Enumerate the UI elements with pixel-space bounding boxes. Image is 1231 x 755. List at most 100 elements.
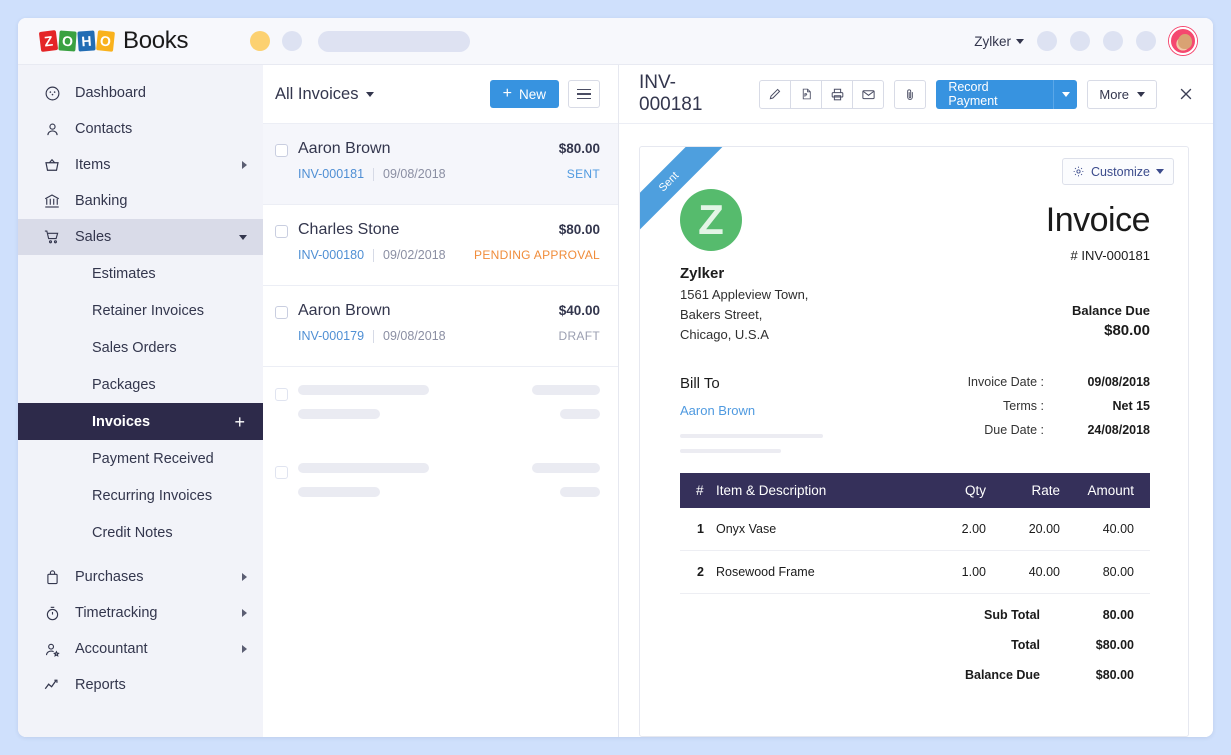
record-payment-button[interactable]: Record Payment — [936, 79, 1078, 109]
row-checkbox[interactable] — [275, 306, 288, 319]
pdf-file-icon[interactable] — [790, 79, 823, 109]
col-header-amount: Amount — [1060, 473, 1150, 508]
avatar[interactable] — [1169, 27, 1197, 55]
skeleton-bar — [680, 434, 823, 438]
sidebar-item-payment-received[interactable]: Payment Received — [18, 440, 263, 477]
total-row: Sub Total 80.00 — [894, 608, 1150, 622]
sidebar-item-reports[interactable]: Reports — [18, 667, 263, 703]
topbar-icon-1[interactable] — [1037, 31, 1057, 51]
company-logo: Z — [680, 189, 742, 251]
company-address-line: Chicago, U.S.A — [680, 327, 769, 342]
divider — [373, 248, 375, 262]
print-icon[interactable] — [821, 79, 854, 109]
topbar-icon-4[interactable] — [1136, 31, 1156, 51]
topbar-icon-2[interactable] — [1070, 31, 1090, 51]
row-checkbox[interactable] — [275, 225, 288, 238]
sidebar-item-credit-notes[interactable]: Credit Notes — [18, 514, 263, 551]
invoice-number[interactable]: INV-000180 — [298, 248, 364, 262]
topbar-dot-amber[interactable] — [250, 31, 271, 51]
app-window: Z O H O Books Zylker Dashboard Contacts … — [18, 18, 1213, 737]
sidebar-item-retainer-invoices[interactable]: Retainer Invoices — [18, 292, 263, 329]
table-row: 2 Rosewood Frame 1.00 40.00 80.00 — [680, 550, 1150, 594]
invoice-row-content: Aaron Brown $80.00 INV-000181 09/08/2018… — [298, 140, 600, 190]
sidebar-item-purchases[interactable]: Purchases — [18, 559, 263, 595]
invoice-list-item[interactable]: Aaron Brown $80.00 INV-000181 09/08/2018… — [263, 124, 618, 205]
invoice-filter-label: All Invoices — [275, 84, 359, 103]
col-header-number: # — [680, 473, 716, 508]
sidebar-item-items[interactable]: Items — [18, 147, 263, 183]
bill-to-block: Bill To Aaron Brown — [680, 375, 850, 453]
cell-description: Onyx Vase — [716, 508, 912, 551]
accountant-icon — [41, 641, 63, 658]
close-icon[interactable] — [1173, 81, 1199, 107]
skeleton-bar — [532, 463, 600, 473]
line-items-body: 1 Onyx Vase 2.00 20.00 40.00 2 Rosewood … — [680, 508, 1150, 594]
total-value: 80.00 — [1102, 608, 1134, 622]
meta-value: 09/08/2018 — [1087, 375, 1150, 389]
skeleton-bar — [532, 385, 600, 395]
total-key: Total — [1011, 638, 1040, 652]
sidebar-item-label: Timetracking — [75, 605, 158, 621]
more-button[interactable]: More — [1087, 79, 1157, 109]
invoice-amount: $40.00 — [558, 303, 600, 318]
sidebar-item-banking[interactable]: Banking — [18, 183, 263, 219]
chevron-down-icon — [239, 234, 247, 240]
bill-to-customer[interactable]: Aaron Brown — [680, 403, 850, 418]
sidebar-item-packages[interactable]: Packages — [18, 366, 263, 403]
sidebar-item-sales[interactable]: Sales — [18, 219, 263, 255]
attachment-icon[interactable] — [894, 79, 927, 109]
sidebar-item-sales-orders[interactable]: Sales Orders — [18, 329, 263, 366]
invoice-totals: Sub Total 80.00 Total $80.00 Balance Due… — [680, 608, 1150, 698]
sidebar-item-accountant[interactable]: Accountant — [18, 631, 263, 667]
placeholder-content — [298, 463, 600, 509]
row-checkbox[interactable] — [275, 144, 288, 157]
row-checkbox[interactable] — [275, 466, 288, 479]
sidebar-item-estimates[interactable]: Estimates — [18, 255, 263, 292]
customize-label: Customize — [1090, 164, 1150, 179]
invoice-number[interactable]: INV-000181 — [298, 167, 364, 181]
placeholder-line — [298, 463, 600, 473]
invoice-row-content: Aaron Brown $40.00 INV-000179 09/08/2018… — [298, 302, 600, 352]
chevron-down-icon — [366, 91, 375, 97]
invoice-filter-dropdown[interactable]: All Invoices — [275, 84, 375, 104]
edit-pencil-icon[interactable] — [759, 79, 792, 109]
hamburger-line — [577, 88, 591, 91]
invoice-list-item[interactable]: Charles Stone $80.00 INV-000180 09/02/20… — [263, 205, 618, 286]
row-checkbox[interactable] — [275, 388, 288, 401]
new-invoice-button[interactable]: + New — [489, 80, 559, 108]
dashboard-icon — [41, 85, 63, 102]
invoice-customer-name: Charles Stone — [298, 221, 400, 238]
topbar-icon-3[interactable] — [1103, 31, 1123, 51]
sidebar-item-contacts[interactable]: Contacts — [18, 111, 263, 147]
email-icon[interactable] — [852, 79, 885, 109]
list-view-menu-button[interactable] — [568, 80, 600, 108]
timer-icon — [41, 605, 63, 622]
sidebar-item-invoices[interactable]: Invoices + — [18, 403, 263, 440]
detail-icon-group — [759, 79, 885, 109]
sidebar-item-recurring-invoices[interactable]: Recurring Invoices — [18, 477, 263, 514]
add-invoice-icon[interactable]: + — [234, 413, 245, 431]
invoice-row-content: Charles Stone $80.00 INV-000180 09/02/20… — [298, 221, 600, 271]
sidebar-item-label: Items — [75, 157, 111, 173]
invoice-row-line2: INV-000179 09/08/2018 DRAFT — [298, 329, 600, 343]
org-switcher[interactable]: Zylker — [974, 34, 1024, 49]
sidebar-subitem-label: Packages — [92, 376, 156, 393]
invoice-list-item[interactable]: Aaron Brown $40.00 INV-000179 09/08/2018… — [263, 286, 618, 367]
meta-key: Invoice Date : — [967, 375, 1044, 389]
search-input[interactable] — [318, 30, 471, 52]
sidebar-item-dashboard[interactable]: Dashboard — [18, 75, 263, 111]
topbar-dot-grey[interactable] — [282, 31, 303, 51]
customize-button[interactable]: Customize — [1061, 158, 1174, 185]
record-payment-dropdown[interactable] — [1053, 79, 1078, 109]
sidebar-item-label: Accountant — [75, 641, 148, 657]
sidebar-item-timetracking[interactable]: Timetracking — [18, 595, 263, 631]
invoice-header-section: Z Zylker 1561 Appleview Town, Bakers Str… — [680, 177, 1151, 342]
logo-letter-z: Z — [38, 30, 59, 52]
balance-due-value: $80.00 — [1104, 322, 1150, 339]
table-header-row: # Item & Description Qty Rate Amount — [680, 473, 1150, 508]
meta-row: Due Date : 24/08/2018 — [850, 423, 1150, 437]
sidebar-item-label: Contacts — [75, 121, 133, 137]
bag-icon — [41, 569, 63, 586]
invoice-number[interactable]: INV-000179 — [298, 329, 364, 343]
